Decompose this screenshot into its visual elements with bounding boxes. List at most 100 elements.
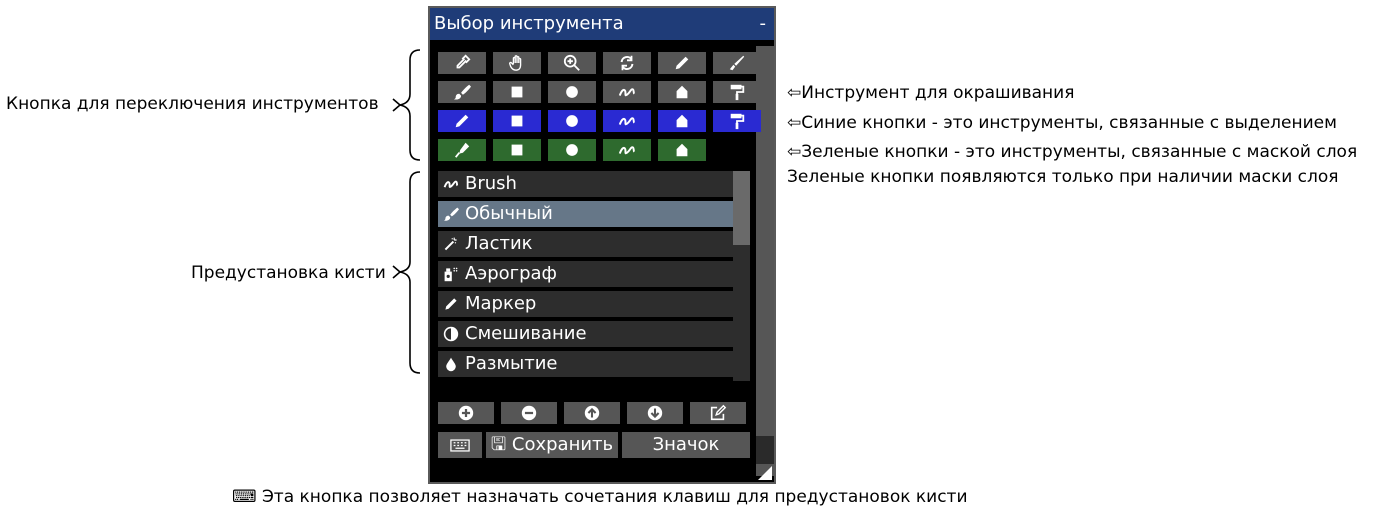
tool-select-panel: Выбор инструмента - Brush Обычный Ластик… <box>428 6 776 484</box>
brush-preset-label: Brush <box>465 173 517 194</box>
pencil-icon <box>455 114 469 128</box>
resize-grip[interactable] <box>758 466 772 480</box>
mask-pen-tool-button[interactable] <box>438 139 486 161</box>
pen-nib-icon <box>454 142 470 158</box>
brush-preset-airbrush[interactable]: Аэрограф <box>438 261 735 287</box>
brush-preset-blur[interactable]: Размытие <box>438 351 735 377</box>
edit-icon <box>710 404 727 421</box>
mask-rect-tool-button[interactable] <box>493 139 541 161</box>
arrow-down-circle-icon <box>647 405 663 421</box>
hand-icon <box>509 55 522 71</box>
brush-preset-eraser[interactable]: Ластик <box>438 231 735 257</box>
annotation-blue-buttons: ⇦Синие кнопки - это инструменты, связанн… <box>787 113 1337 133</box>
stroke-icon <box>618 88 636 97</box>
brush-list-scrollbar[interactable] <box>733 171 750 381</box>
brush-list-scroll-thumb[interactable] <box>733 171 750 245</box>
move-preset-up-button[interactable] <box>564 402 620 424</box>
save-button[interactable]: 🖫 Сохранить <box>486 432 618 458</box>
select-rect-tool-button[interactable] <box>493 110 541 132</box>
mask-fill-shape-tool-button[interactable] <box>658 139 706 161</box>
annotation-switch-tools: Кнопка для переключения инструментов <box>6 94 379 114</box>
circle-icon <box>566 86 578 98</box>
square-icon <box>511 86 523 98</box>
brush-tool-button[interactable] <box>438 81 486 103</box>
bucket-shape-icon <box>676 143 688 157</box>
spray-can-icon <box>440 266 462 282</box>
annotation-green-buttons: ⇦Зеленые кнопки - это инструменты, связа… <box>787 142 1358 162</box>
select-fill-shape-tool-button[interactable] <box>658 110 706 132</box>
rotate-tool-button[interactable] <box>603 52 651 74</box>
brace-brushes <box>392 171 421 374</box>
bucket-shape-icon <box>676 85 688 99</box>
plus-circle-icon <box>458 405 474 421</box>
icon-button[interactable]: Значок <box>622 432 750 458</box>
pencil-tool-button[interactable] <box>658 52 706 74</box>
minus-circle-icon <box>521 405 537 421</box>
square-icon <box>511 144 523 156</box>
mask-stroke-tool-button[interactable] <box>603 139 651 161</box>
mask-ellipse-tool-button[interactable] <box>548 139 596 161</box>
keyboard-shortcut-button[interactable] <box>438 432 482 458</box>
panel-titlebar[interactable]: Выбор инструмента - <box>430 8 774 40</box>
panel-title: Выбор инструмента <box>434 13 624 34</box>
brush-preset-marker[interactable]: Маркер <box>438 291 735 317</box>
annotation-brush-preset: Предустановка кисти <box>191 263 386 283</box>
half-circle-icon <box>440 326 462 342</box>
paintbrush-icon <box>440 206 462 222</box>
eyedropper-tool-button[interactable] <box>438 52 486 74</box>
brush-preset-label: Размытие <box>465 353 558 374</box>
brush-preset-list: Brush Обычный Ластик Аэрограф Маркер Сме… <box>438 171 735 381</box>
annotation-paint-tool: ⇦Инструмент для окрашивания <box>787 83 1075 103</box>
pencil-icon <box>675 56 689 70</box>
droplet-icon <box>440 356 462 372</box>
ink-pen-icon <box>729 55 745 71</box>
zoom-icon <box>563 54 580 71</box>
circle-icon <box>566 144 578 156</box>
stroke-icon <box>440 176 462 192</box>
hand-tool-button[interactable] <box>493 52 541 74</box>
minimize-button[interactable]: - <box>760 8 767 40</box>
arrow-up-circle-icon <box>584 405 600 421</box>
fill-shape-tool-button[interactable] <box>658 81 706 103</box>
ink-pen-tool-button[interactable] <box>713 52 761 74</box>
brush-preset-blend[interactable]: Смешивание <box>438 321 735 347</box>
add-preset-button[interactable] <box>438 402 494 424</box>
stroke-tool-button[interactable] <box>603 81 651 103</box>
brush-preset-label: Аэрограф <box>465 263 557 284</box>
stroke-icon <box>618 117 636 126</box>
select-roller-tool-button[interactable] <box>713 110 761 132</box>
brush-preset-normal[interactable]: Обычный <box>438 201 735 227</box>
annotation-keyboard-note: ⌨ Эта кнопка позволяет назначать сочетан… <box>232 487 968 507</box>
roller-tool-button[interactable] <box>713 81 761 103</box>
magic-wand-icon <box>440 236 462 252</box>
keyboard-icon <box>450 438 470 452</box>
panel-scrollbar-track <box>756 436 774 464</box>
stage: Кнопка для переключения инструментов Пре… <box>0 0 1399 513</box>
paintbrush-icon <box>453 84 471 100</box>
move-preset-down-button[interactable] <box>627 402 683 424</box>
select-stroke-tool-button[interactable] <box>603 110 651 132</box>
bucket-shape-icon <box>676 114 688 128</box>
brush-preset-label: Смешивание <box>465 323 587 344</box>
brush-preset-brush[interactable]: Brush <box>438 171 735 197</box>
brush-preset-label: Обычный <box>465 203 553 224</box>
select-pencil-tool-button[interactable] <box>438 110 486 132</box>
edit-preset-button[interactable] <box>690 402 746 424</box>
eyedropper-icon <box>456 54 471 69</box>
circle-icon <box>566 115 578 127</box>
brace-tools <box>392 49 421 161</box>
ellipse-tool-button[interactable] <box>548 81 596 103</box>
select-ellipse-tool-button[interactable] <box>548 110 596 132</box>
paint-roller-icon <box>730 84 745 101</box>
rect-tool-button[interactable] <box>493 81 541 103</box>
paint-roller-icon <box>730 113 745 130</box>
pencil-icon <box>440 296 462 312</box>
zoom-tool-button[interactable] <box>548 52 596 74</box>
brush-preset-label: Ластик <box>465 233 533 254</box>
remove-preset-button[interactable] <box>501 402 557 424</box>
annotation-green-note: Зеленые кнопки появляются только при нал… <box>787 167 1339 187</box>
brush-preset-label: Маркер <box>465 293 537 314</box>
stroke-icon <box>618 146 636 155</box>
square-icon <box>511 115 523 127</box>
rotate-icon <box>620 55 634 71</box>
